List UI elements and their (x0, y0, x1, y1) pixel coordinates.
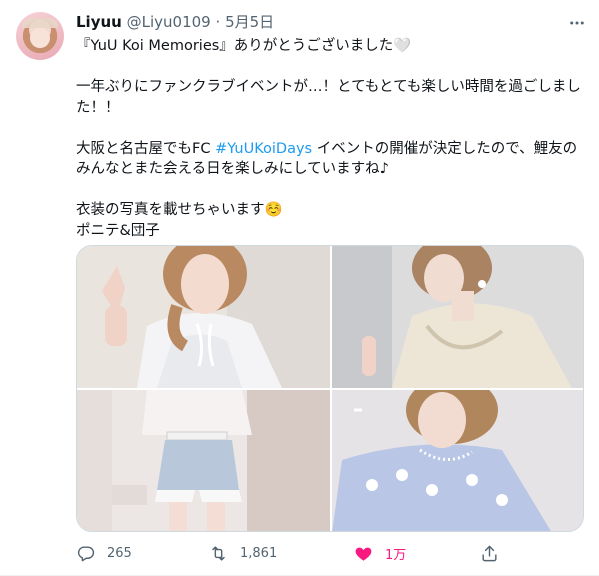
more-options-icon[interactable] (568, 14, 586, 32)
like-count: 1万 (385, 547, 407, 563)
tweet-line-3: 大阪と名古屋でもFC #YuUKoiDays イベントの開催が決定したので、鯉友… (76, 139, 584, 180)
hashtag-link[interactable]: #YuUKoiDays (215, 141, 312, 157)
share-icon (482, 545, 497, 561)
tweet-card[interactable]: Liyuu @Liyu0109 · 5月5日 『YuU Koi Memories… (0, 0, 599, 576)
heart-filled-icon (355, 547, 372, 561)
tweet-line-5: ポニテ&団子 (76, 222, 160, 239)
share-button[interactable] (480, 540, 511, 566)
tweet-line-1-text: 『YuU Koi Memories』ありがとうございました (76, 38, 394, 54)
avatar[interactable] (16, 12, 64, 60)
reply-button[interactable]: 265 (76, 540, 132, 566)
retweet-button[interactable]: 1,861 (209, 540, 277, 566)
tweet-line-4: 衣装の写真を載せちゃいます☺️ (76, 200, 584, 221)
tweet-line-1: 『YuU Koi Memories』ありがとうございました🤍 (76, 36, 584, 57)
photo-3[interactable] (77, 390, 330, 531)
tweet-line-3-before: 大阪と名古屋でもFC (76, 140, 216, 157)
author-handle[interactable]: @Liyu0109 (127, 13, 211, 31)
photo-4[interactable] (332, 390, 583, 531)
photo-1[interactable] (77, 246, 330, 388)
white-heart-emoji: 🤍 (393, 38, 412, 54)
smiling-face-emoji: ☺️ (264, 202, 283, 218)
retweet-count: 1,861 (240, 545, 278, 561)
reply-count: 265 (107, 545, 132, 561)
like-button[interactable]: 1万 (354, 540, 406, 566)
tweet-text: 『YuU Koi Memories』ありがとうございました🤍 一年ぶりにファンク… (76, 36, 584, 241)
tweet-header: Liyuu @Liyu0109 · 5月5日 (76, 12, 274, 32)
tweet-actions: 265 1,861 1万 (76, 540, 584, 566)
header-separator: · (215, 13, 221, 31)
reply-icon (77, 545, 95, 561)
tweet-date[interactable]: 5月5日 (225, 13, 274, 31)
tweet-line-4-text: 衣装の写真を載せちゃいます (76, 202, 265, 218)
media-grid (76, 245, 584, 532)
tweet-line-2: 一年ぶりにファンクラブイベントが…！とてもとても楽しい時間を過ごしました！！ (76, 79, 581, 116)
author-name[interactable]: Liyuu (76, 13, 122, 31)
photo-2[interactable] (332, 246, 583, 388)
retweet-icon (212, 545, 225, 561)
